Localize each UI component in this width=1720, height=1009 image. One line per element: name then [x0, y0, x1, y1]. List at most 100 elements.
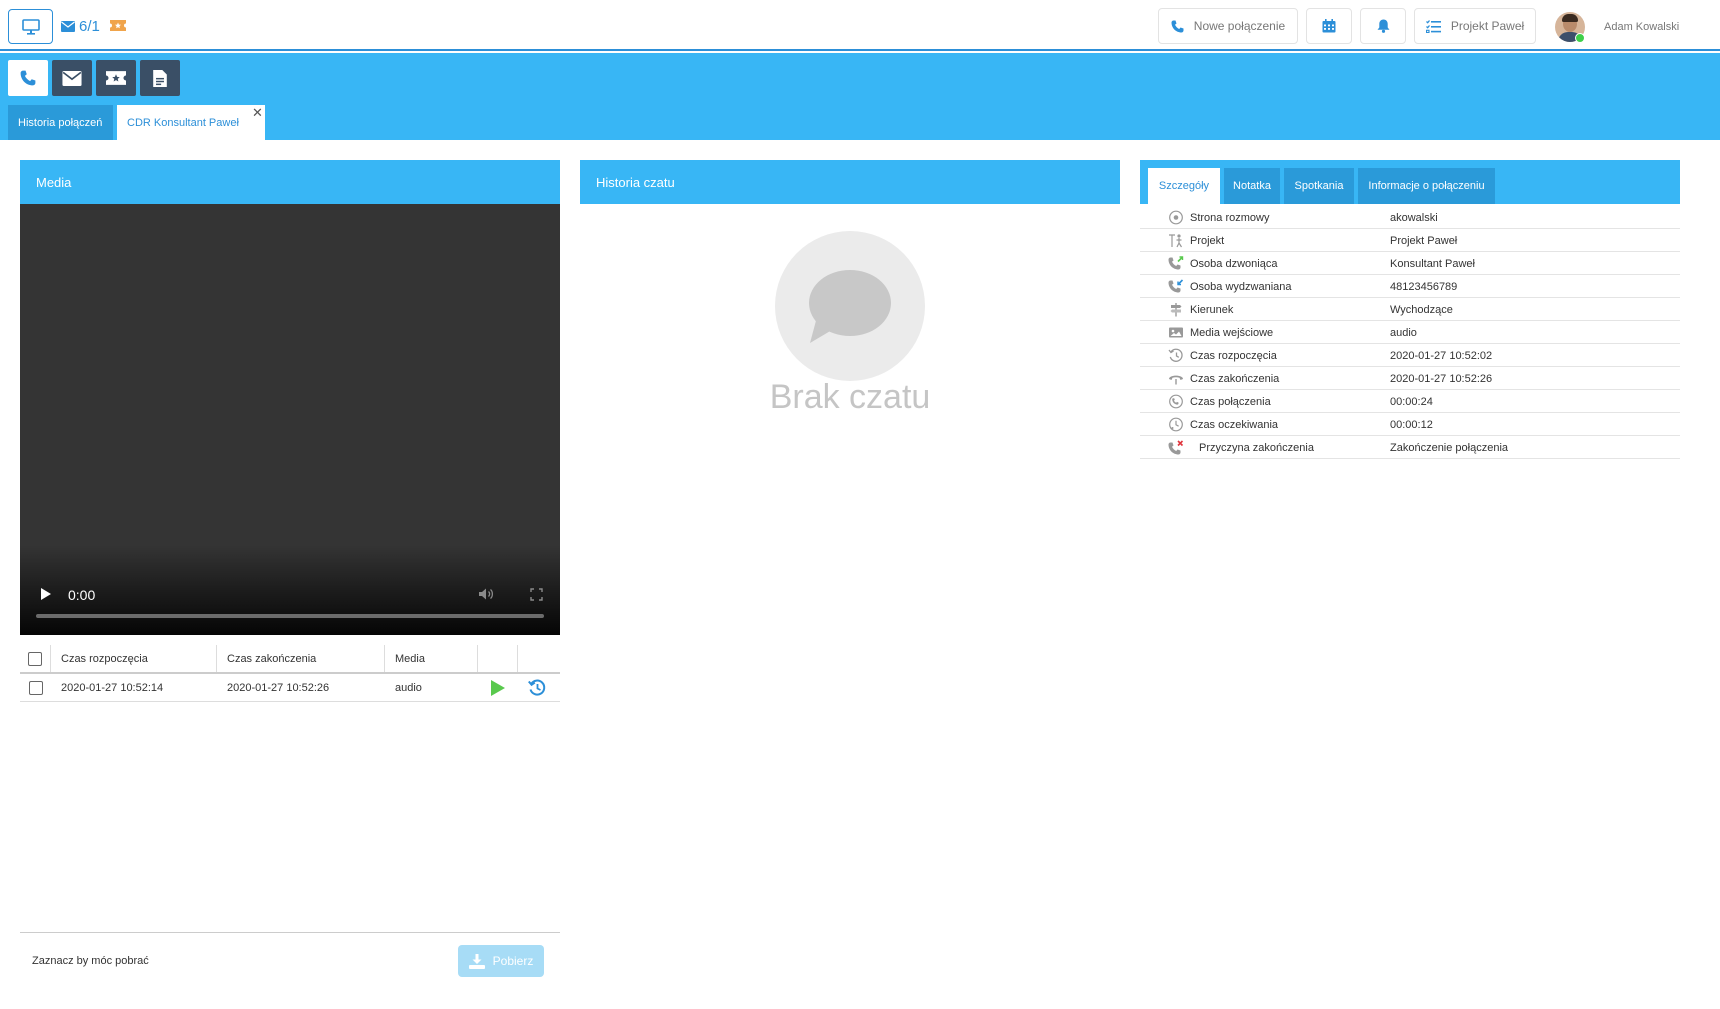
play-icon[interactable]: [40, 587, 52, 601]
mail-counter[interactable]: 6/1: [61, 17, 100, 35]
module-documents-button[interactable]: [140, 60, 180, 96]
callee-icon: [1168, 279, 1184, 293]
mail-count: 6/1: [79, 17, 100, 35]
media-player[interactable]: 0:00: [20, 204, 560, 635]
chat-panel-header: Historia czatu: [580, 160, 1120, 204]
detail-value: 00:00:12: [1390, 419, 1433, 431]
calendar-button[interactable]: [1306, 8, 1352, 44]
empty-chat-text: Brak czatu: [769, 378, 931, 416]
user-name[interactable]: Adam Kowalski: [1604, 21, 1679, 33]
hangup-reason-icon: [1168, 440, 1184, 455]
media-footer-divider: [20, 932, 560, 933]
bell-icon: [1377, 19, 1389, 33]
detail-value: Konsultant Paweł: [1390, 258, 1475, 270]
row-checkbox[interactable]: [28, 680, 43, 695]
detail-label: Czas połączenia: [1190, 396, 1271, 408]
new-call-label: Nowe połączenie: [1193, 19, 1286, 33]
tab-cdr-consultant[interactable]: CDR Konsultant Paweł: [117, 105, 265, 140]
detail-row: Media wejściowe audio: [1140, 321, 1680, 344]
detail-label: Osoba wydzwaniana: [1190, 281, 1292, 293]
task-list-icon: [1425, 19, 1441, 33]
module-calls-button[interactable]: [8, 60, 48, 96]
detail-value: 2020-01-27 10:52:02: [1390, 350, 1493, 362]
detail-value: Projekt Paweł: [1390, 235, 1458, 247]
detail-value: akowalski: [1390, 212, 1438, 224]
detail-row: Strona rozmowy akowalski: [1140, 206, 1680, 229]
column-header-media[interactable]: Media: [385, 645, 478, 672]
empty-chat-illustration: [775, 231, 925, 381]
tab-call-history[interactable]: Historia połączeń: [8, 105, 113, 140]
download-hint: Zaznacz by móc pobrać: [32, 955, 149, 967]
close-tab-icon[interactable]: ✕: [252, 105, 263, 121]
desktop-button[interactable]: [8, 9, 53, 44]
project-icon: [1169, 234, 1183, 248]
recordings-table: Czas rozpoczęcia Czas zakończenia Media …: [20, 645, 560, 702]
tab-note[interactable]: Notatka: [1224, 168, 1280, 204]
fullscreen-icon[interactable]: [530, 588, 543, 601]
detail-label: Osoba dzwoniąca: [1190, 258, 1278, 270]
player-time: 0:00: [68, 587, 96, 603]
tab-call-info[interactable]: Informacje o połączeniu: [1358, 168, 1495, 204]
select-all-checkbox[interactable]: [28, 651, 42, 666]
detail-value: Wychodzące: [1390, 304, 1453, 316]
column-header-end[interactable]: Czas zakończenia: [217, 645, 385, 672]
play-icon: [491, 679, 505, 696]
media-panel-title: Media: [36, 174, 72, 190]
detail-label: Czas rozpoczęcia: [1190, 350, 1277, 362]
table-row[interactable]: 2020-01-27 10:52:14 2020-01-27 10:52:26 …: [20, 674, 560, 702]
history-icon: [528, 679, 546, 696]
column-header-start[interactable]: Czas rozpoczęcia: [51, 645, 217, 672]
caller-icon: [1168, 256, 1184, 270]
download-button[interactable]: Pobierz: [458, 945, 544, 977]
notifications-button[interactable]: [1360, 8, 1406, 44]
detail-row: Czas oczekiwania 00:00:12: [1140, 413, 1680, 436]
record-icon: [1169, 210, 1183, 225]
detail-row: Kierunek Wychodzące: [1140, 298, 1680, 321]
tab-cdr-consultant-label: CDR Konsultant Paweł: [127, 116, 239, 129]
tab-meetings[interactable]: Spotkania: [1284, 168, 1354, 204]
detail-label: Projekt: [1190, 235, 1225, 247]
detail-label: Strona rozmowy: [1190, 212, 1270, 224]
phone-icon: [1171, 20, 1184, 32]
tab-call-history-label: Historia połączeń: [18, 116, 103, 129]
download-label: Pobierz: [492, 954, 534, 968]
tab-details[interactable]: Szczegóły: [1148, 168, 1220, 204]
detail-row: Czas połączenia 00:00:24: [1140, 390, 1680, 413]
detail-value: 48123456789: [1390, 281, 1458, 293]
module-tickets-button[interactable]: [96, 60, 136, 96]
monitor-icon: [21, 18, 40, 35]
detail-row: Projekt Projekt Paweł: [1140, 229, 1680, 252]
detail-row: Czas zakończenia 2020-01-27 10:52:26: [1140, 367, 1680, 390]
envelope-icon: [62, 70, 82, 86]
row-play-button[interactable]: [490, 674, 506, 701]
detail-value: audio: [1390, 327, 1417, 339]
wait-time-icon: [1169, 417, 1183, 432]
ticket-icon: [110, 20, 126, 31]
end-time-icon: [1169, 375, 1183, 385]
project-button[interactable]: Projekt Paweł: [1414, 8, 1536, 44]
table-header-row: Czas rozpoczęcia Czas zakończenia Media: [20, 645, 560, 674]
chat-panel-title: Historia czatu: [596, 174, 675, 190]
media-icon: [1169, 327, 1183, 338]
detail-value: 00:00:24: [1390, 396, 1433, 408]
volume-icon[interactable]: [478, 587, 496, 601]
online-status-dot: [1575, 33, 1585, 43]
phone-icon: [20, 70, 36, 86]
row-history-button[interactable]: [528, 674, 546, 701]
detail-label: Media wejściowe: [1190, 327, 1274, 339]
player-controls: 0:00: [20, 545, 560, 635]
row-start-time: 2020-01-27 10:52:14: [61, 681, 164, 694]
new-call-button[interactable]: Nowe połączenie: [1158, 8, 1298, 44]
detail-label: Czas zakończenia: [1190, 373, 1280, 385]
call-details-table: Strona rozmowy akowalski Projekt Projekt…: [1140, 206, 1680, 459]
module-mail-button[interactable]: [52, 60, 92, 96]
start-time-icon: [1168, 348, 1183, 362]
calendar-icon: [1322, 19, 1336, 33]
detail-label: Przyczyna zakończenia: [1199, 442, 1314, 454]
player-progress-bar[interactable]: [36, 614, 544, 618]
call-duration-icon: [1169, 394, 1183, 409]
row-end-time: 2020-01-27 10:52:26: [227, 681, 330, 694]
detail-value: Zakończenie połączenia: [1390, 442, 1509, 454]
ticket-counter[interactable]: [110, 18, 126, 36]
detail-row: Przyczyna zakończenia Zakończenie połącz…: [1140, 436, 1680, 459]
